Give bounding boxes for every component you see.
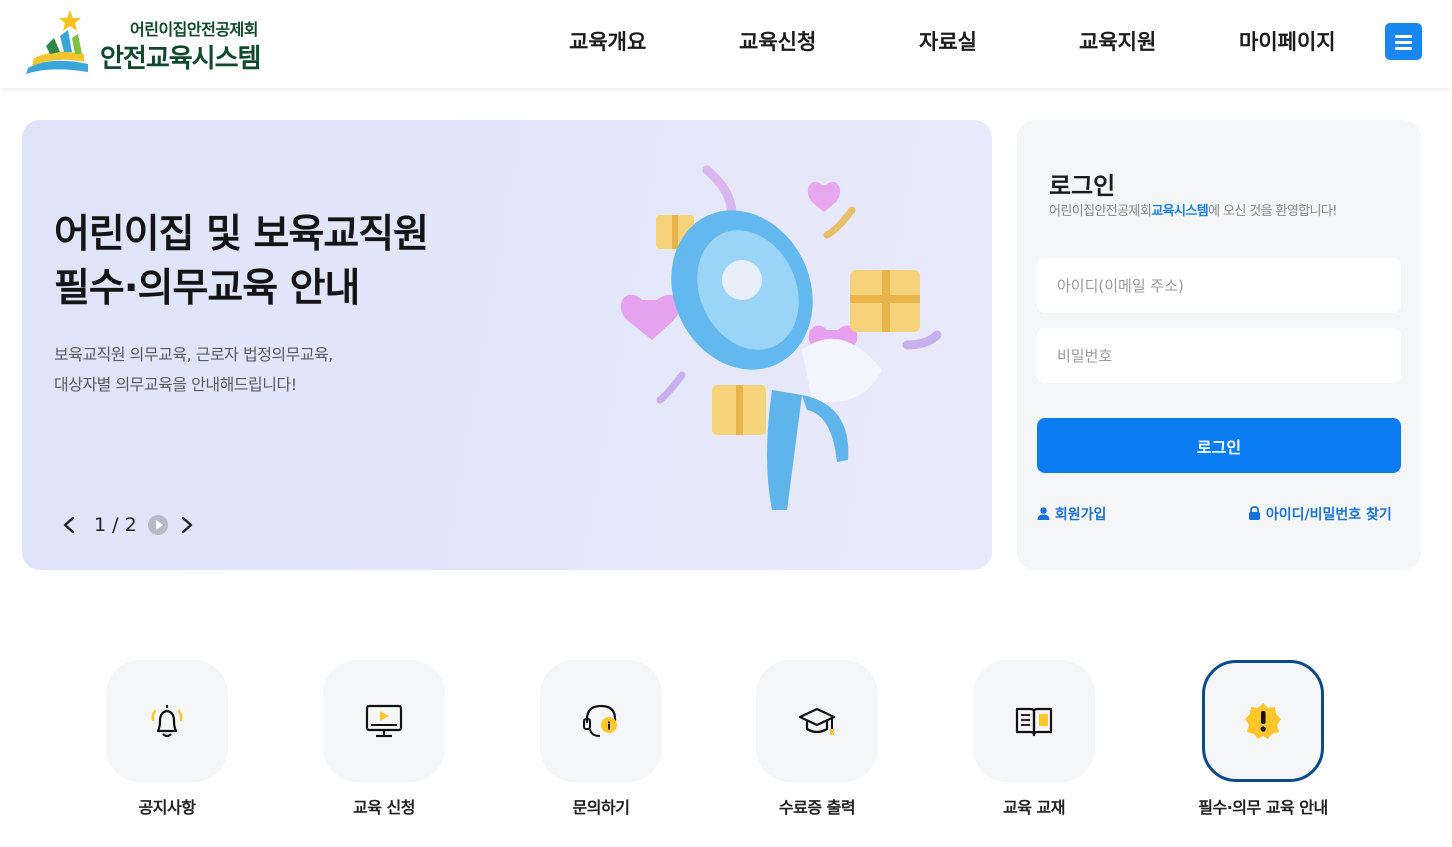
find-account-link[interactable]: 아이디/비밀번호 찾기 xyxy=(1248,504,1392,524)
login-title: 로그인 xyxy=(1049,172,1116,200)
chevron-left-icon[interactable] xyxy=(62,516,76,534)
banner-desc-line2: 대상자별 의무교육을 안내해드립니다! xyxy=(54,375,297,394)
nav-item-support[interactable]: 교육지원 xyxy=(1079,26,1156,56)
login-welcome-text: 어린이집안전공제회교육시스템에 오신 것을 환영합니다! xyxy=(1049,204,1337,219)
bell-icon xyxy=(151,705,183,738)
quick-menu-textbook[interactable]: 교육 교재 xyxy=(953,660,1113,830)
quick-menu-label: 필수·의무 교육 안내 xyxy=(1198,798,1328,817)
nav-item-overview[interactable]: 교육개요 xyxy=(569,26,646,56)
quick-menu-label: 수료증 출력 xyxy=(778,798,856,817)
megaphone-illustration xyxy=(620,165,942,510)
headset-icon: i xyxy=(583,704,617,737)
quick-menu-apply[interactable]: 교육 신청 xyxy=(303,660,463,830)
svg-text:i: i xyxy=(607,720,611,733)
quick-menu-label: 교육 교재 xyxy=(1003,798,1065,817)
logo-mark-icon xyxy=(26,10,88,74)
quick-menu-label: 문의하기 xyxy=(572,798,630,817)
password-input[interactable] xyxy=(1037,328,1401,383)
banner-description: 보육교직원 의무교육, 근로자 법정의무교육, 대상자별 의무교육을 안내해드립… xyxy=(54,340,333,400)
quick-menu-label: 공지사항 xyxy=(138,798,196,817)
quick-menu-inquiry[interactable]: i 문의하기 xyxy=(520,660,680,830)
nav-item-mypage[interactable]: 마이페이지 xyxy=(1239,26,1336,56)
banner-title: 어린이집 및 보육교직원 필수·의무교육 안내 xyxy=(54,208,429,316)
lock-icon xyxy=(1249,506,1260,520)
user-icon xyxy=(1037,507,1050,520)
quick-menu-certificate[interactable]: 수료증 출력 xyxy=(736,660,896,830)
welcome-highlight: 교육시스템 xyxy=(1151,204,1209,219)
banner-title-line2: 필수·의무교육 안내 xyxy=(54,266,360,311)
hero-banner[interactable]: 어린이집 및 보육교직원 필수·의무교육 안내 보육교직원 의무교육, 근로자 … xyxy=(22,120,992,570)
quick-menu-mandatory-guide[interactable]: 필수·의무 교육 안내 xyxy=(1182,660,1342,830)
login-panel: 로그인 어린이집안전공제회교육시스템에 오신 것을 환영합니다! 로그인 회원가… xyxy=(1017,120,1421,570)
logo-org-name: 어린이집안전공제회 xyxy=(130,20,258,39)
book-icon xyxy=(1015,707,1053,737)
chevron-right-icon[interactable] xyxy=(180,516,194,534)
site-logo[interactable]: 어린이집안전공제회 안전교육시스템 xyxy=(20,8,290,80)
login-button[interactable]: 로그인 xyxy=(1037,418,1401,473)
quick-menu: 공지사항 교육 신청 i 문의하기 수료증 출력 교육 교재 필수·의무 교육 … xyxy=(0,660,1452,840)
hamburger-menu-button[interactable] xyxy=(1385,23,1422,60)
graduation-cap-icon xyxy=(798,707,836,735)
logo-system-name: 안전교육시스템 xyxy=(100,44,261,74)
quick-menu-notice[interactable]: 공지사항 xyxy=(86,660,246,830)
hamburger-icon xyxy=(1395,35,1412,38)
site-header: 어린이집안전공제회 안전교육시스템 교육개요 교육신청 자료실 교육지원 마이페… xyxy=(0,0,1452,88)
play-icon[interactable] xyxy=(148,515,168,535)
nav-item-apply[interactable]: 교육신청 xyxy=(739,26,816,56)
banner-title-line1: 어린이집 및 보육교직원 xyxy=(54,212,429,257)
id-input[interactable] xyxy=(1037,258,1401,313)
signup-link[interactable]: 회원가입 xyxy=(1037,504,1106,524)
nav-item-resources[interactable]: 자료실 xyxy=(919,26,977,56)
banner-desc-line1: 보육교직원 의무교육, 근로자 법정의무교육, xyxy=(54,345,333,364)
slide-page-indicator: 1 / 2 xyxy=(94,514,137,536)
quick-menu-label: 교육 신청 xyxy=(353,798,415,817)
alert-badge-icon xyxy=(1245,703,1281,739)
monitor-play-icon xyxy=(365,704,403,738)
